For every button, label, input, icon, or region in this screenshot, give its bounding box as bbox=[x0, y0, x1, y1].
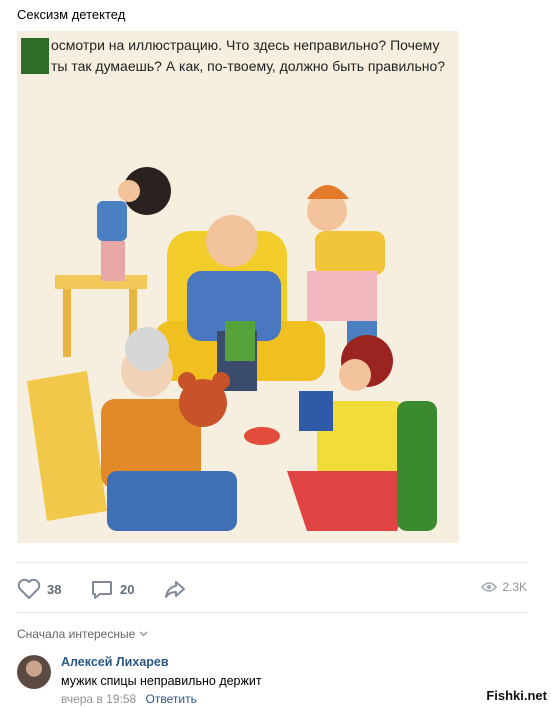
comment-time[interactable]: вчера в 19:58 bbox=[61, 692, 136, 706]
eye-icon bbox=[481, 582, 498, 592]
like-button[interactable]: 38 bbox=[17, 578, 61, 600]
watermark: Fishki.net bbox=[486, 688, 547, 703]
page-instruction-body: осмотри на иллюстрацию. Что здесь неправ… bbox=[51, 37, 446, 74]
share-icon bbox=[165, 581, 185, 598]
page-instruction-text: П осмотри на иллюстрацию. Что здесь непр… bbox=[21, 35, 455, 77]
comment-meta: вчера в 19:58 Ответить bbox=[61, 692, 197, 706]
heart-icon bbox=[17, 578, 41, 599]
reply-button[interactable]: Ответить bbox=[146, 692, 197, 706]
comment-count: 20 bbox=[120, 581, 135, 597]
views-count: 2.3K bbox=[502, 580, 527, 594]
divider-top bbox=[17, 562, 527, 563]
comment-button[interactable]: 20 bbox=[90, 578, 134, 600]
illustration bbox=[17, 31, 459, 543]
dropcap: П bbox=[21, 38, 49, 74]
post-text: Сексизм детектед bbox=[17, 7, 126, 22]
like-count: 38 bbox=[47, 581, 62, 597]
divider-bottom bbox=[17, 612, 527, 613]
comment-author[interactable]: Алексей Лихарев bbox=[61, 655, 169, 669]
comment-text: мужик спицы неправильно держит bbox=[61, 674, 262, 688]
chevron-down-icon bbox=[139, 631, 148, 637]
share-button[interactable] bbox=[163, 578, 187, 600]
avatar[interactable] bbox=[17, 655, 51, 689]
post-image[interactable]: П осмотри на иллюстрацию. Что здесь непр… bbox=[17, 31, 459, 543]
views-counter: 2.3K bbox=[481, 580, 527, 594]
comment-icon bbox=[92, 581, 112, 599]
comments-sort-dropdown[interactable]: Сначала интересные bbox=[17, 627, 148, 641]
sort-label: Сначала интересные bbox=[17, 627, 136, 641]
